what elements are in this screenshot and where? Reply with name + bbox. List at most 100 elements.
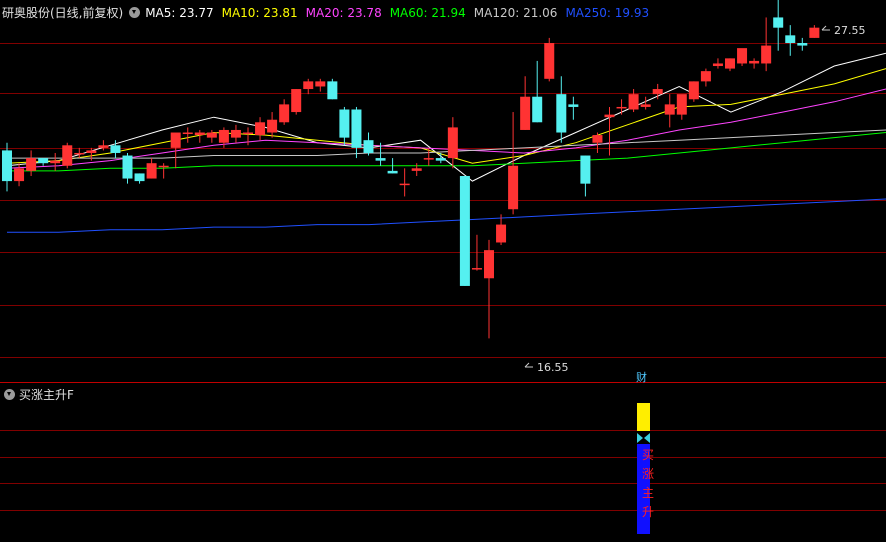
candle	[652, 83, 663, 100]
candle-body	[327, 81, 338, 100]
candle	[700, 68, 711, 87]
candle-body	[279, 104, 290, 123]
candle	[74, 147, 85, 159]
candle	[339, 106, 350, 146]
candle-body	[688, 81, 699, 100]
candle	[568, 96, 579, 120]
ma-line-ma5	[6, 52, 886, 182]
candle-body	[74, 152, 85, 155]
price-annotations: 27.55 16.55	[524, 24, 866, 374]
candle	[785, 25, 796, 56]
ma-line-ma20	[6, 88, 886, 169]
candle	[351, 106, 362, 159]
candle-body	[38, 158, 49, 164]
candle	[496, 214, 507, 246]
candle	[134, 173, 145, 184]
candle-body	[640, 104, 651, 107]
candle-body	[580, 155, 591, 184]
moving-average-lines	[6, 52, 886, 233]
ma120-value: MA120: 21.06	[473, 5, 558, 20]
candlesticks	[2, 0, 820, 339]
candle	[459, 175, 470, 286]
candle-body	[170, 132, 181, 148]
candle-body	[182, 132, 193, 135]
candle	[664, 94, 675, 128]
candle-body	[339, 109, 350, 138]
candle-body	[375, 158, 386, 161]
candle	[616, 99, 627, 115]
candle-body	[194, 132, 205, 136]
candle	[725, 58, 735, 72]
ma60-value: MA60: 21.94	[389, 5, 466, 20]
candle	[484, 239, 494, 339]
candle-body	[363, 140, 374, 153]
candle-body	[134, 173, 145, 182]
candle-body	[725, 58, 735, 69]
candle-body	[676, 94, 687, 115]
candlestick-chart[interactable]: 27.55 16.55 财 买 涨 主 升	[0, 0, 886, 542]
indicator-title: 买涨主升F	[19, 388, 74, 402]
candle	[532, 60, 543, 123]
signal-char-4: 升	[642, 505, 654, 519]
candle-body	[110, 145, 121, 153]
candle-body	[785, 35, 796, 44]
candle-body	[86, 150, 97, 153]
candle-body	[2, 150, 12, 182]
ma-line-ma250	[7, 198, 886, 233]
candle-body	[351, 109, 362, 148]
candle	[206, 129, 217, 143]
indicator-header: 买涨主升F	[2, 386, 74, 403]
candle-body	[520, 96, 531, 130]
candle-body	[484, 250, 494, 279]
candle-body	[267, 119, 278, 133]
candle-body	[98, 145, 109, 148]
candle-body	[556, 94, 567, 133]
collapse-main-icon[interactable]	[129, 7, 141, 18]
candle	[544, 37, 555, 82]
candle	[761, 17, 772, 72]
candle-body	[447, 127, 458, 159]
candle-body	[50, 160, 61, 164]
collapse-indicator-icon[interactable]	[4, 389, 15, 400]
candle-body	[532, 96, 543, 123]
candle	[182, 127, 193, 143]
candle	[628, 89, 639, 113]
candle	[399, 168, 410, 197]
candle	[50, 152, 61, 171]
candle	[592, 132, 603, 153]
candle-body	[664, 104, 675, 115]
candle-body	[435, 158, 446, 161]
candle-body	[255, 122, 266, 136]
candle-body	[230, 129, 241, 138]
candle-body	[628, 94, 639, 110]
candle-body	[315, 81, 326, 87]
candle-body	[712, 63, 723, 67]
candle	[447, 117, 458, 169]
candle-body	[122, 155, 133, 179]
candle	[556, 76, 567, 143]
candle-body	[797, 43, 808, 46]
stock-title: 研奥股份(日线,前复权)	[2, 6, 124, 20]
candle-body	[399, 183, 410, 186]
candle-body	[737, 48, 748, 64]
ma20-value: MA20: 23.78	[305, 5, 382, 20]
signal-char-2: 涨	[642, 466, 654, 481]
indicator-top-marker: 财	[636, 370, 647, 384]
candle	[688, 81, 699, 102]
candle	[423, 147, 434, 166]
candle	[38, 158, 49, 166]
candle-body	[604, 114, 615, 118]
ma5-value: MA5: 23.77	[145, 5, 214, 20]
candle	[411, 163, 422, 176]
candle	[520, 76, 531, 130]
candle	[712, 58, 723, 69]
candle-body	[158, 165, 169, 168]
candle-body	[303, 81, 314, 90]
ma-line-ma120	[7, 129, 886, 159]
candle-body	[616, 106, 627, 109]
butterfly-icon	[637, 433, 650, 443]
candle-body	[218, 129, 229, 143]
chart-header: 研奥股份(日线,前复权) MA5: 23.77 MA10: 23.81 MA20…	[2, 4, 657, 21]
low-price-label: 16.55	[537, 361, 569, 374]
candle	[26, 150, 37, 176]
